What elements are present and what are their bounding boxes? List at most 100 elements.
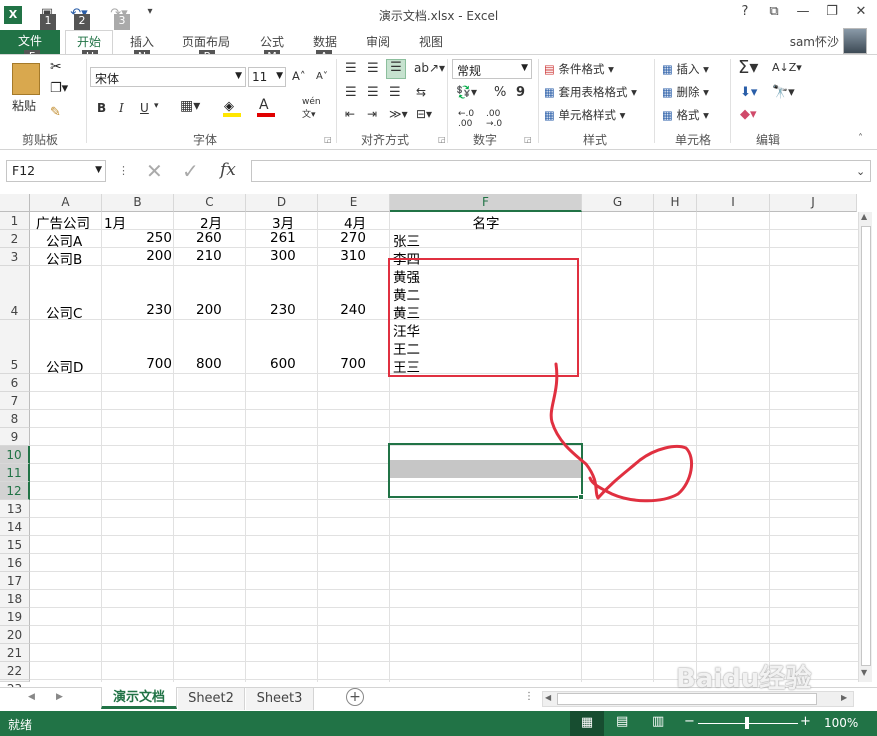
font-color-icon[interactable]: A bbox=[259, 97, 269, 113]
decrease-indent-icon[interactable]: ⇤ bbox=[345, 107, 355, 121]
cell-styles-button[interactable]: ▦ 单元格样式 ▾ bbox=[544, 107, 625, 123]
find-select-icon[interactable]: 🔭▾ bbox=[772, 85, 795, 100]
delete-cells-icon: ▦ bbox=[662, 85, 673, 99]
phonetic-icon[interactable]: wén 文▾ bbox=[302, 97, 321, 120]
vertical-scroll-thumb[interactable] bbox=[861, 226, 871, 666]
tab-formulas[interactable]: 公式 bbox=[260, 33, 284, 50]
scroll-right-icon[interactable]: ▶ bbox=[841, 693, 847, 702]
paste-button[interactable]: 粘贴 bbox=[12, 97, 36, 114]
conditional-format-icon: ▤ bbox=[544, 62, 555, 76]
number-format-select[interactable]: 常规 ▼ bbox=[452, 59, 532, 79]
number-dialog-launcher-icon[interactable]: ◲ bbox=[524, 135, 532, 144]
minimize-button[interactable]: — bbox=[792, 4, 814, 24]
zoom-in-icon[interactable]: + bbox=[800, 714, 811, 729]
format-cells-icon: ▦ bbox=[662, 108, 673, 122]
page-break-view-icon[interactable]: ▥ bbox=[652, 714, 664, 729]
user-name[interactable]: sam怀沙 bbox=[790, 33, 839, 50]
format-cells-label: 格式 bbox=[676, 108, 700, 122]
vertical-scrollbar[interactable]: ▲ ▼ bbox=[858, 212, 872, 682]
align-right-icon[interactable]: ☰ bbox=[389, 85, 401, 100]
paste-icon[interactable] bbox=[12, 63, 40, 95]
align-bottom-icon[interactable]: ☰ bbox=[386, 59, 406, 79]
formula-input[interactable] bbox=[251, 160, 871, 182]
ribbon-display-button[interactable]: ⧉ bbox=[763, 4, 785, 24]
currency-icon[interactable]: 💱▾ bbox=[456, 85, 477, 99]
insert-function-button[interactable]: fx bbox=[220, 160, 236, 180]
format-cells-button[interactable]: ▦ 格式 ▾ bbox=[662, 107, 709, 123]
increase-decimal-icon[interactable]: ←.0.00 bbox=[458, 109, 474, 129]
font-size-select[interactable]: 11 ▼ bbox=[248, 67, 286, 87]
close-button[interactable]: ✕ bbox=[850, 4, 872, 24]
align-middle-icon[interactable]: ☰ bbox=[367, 61, 379, 76]
tab-insert[interactable]: 插入 bbox=[130, 33, 154, 50]
sheet-tab-active[interactable]: 演示文档 bbox=[101, 687, 177, 709]
format-painter-icon[interactable]: ✎ bbox=[50, 105, 61, 120]
tab-data[interactable]: 数据 bbox=[313, 33, 337, 50]
sheet-tab[interactable]: Sheet3 bbox=[246, 688, 314, 710]
tab-page-layout[interactable]: 页面布局 bbox=[182, 33, 230, 50]
zoom-level[interactable]: 100% bbox=[824, 716, 858, 730]
clear-icon[interactable]: ◆▾ bbox=[740, 107, 757, 122]
tab-view[interactable]: 视图 bbox=[419, 33, 443, 50]
comma-button[interactable]: 9 bbox=[516, 85, 525, 100]
expand-formula-bar-icon[interactable]: ⌄ bbox=[856, 165, 865, 178]
decrease-font-icon[interactable]: A˅ bbox=[316, 71, 328, 82]
merge-center-icon[interactable]: ⊟▾ bbox=[416, 107, 432, 121]
more-options-icon[interactable]: ⋮ bbox=[118, 164, 129, 177]
italic-button[interactable]: I bbox=[119, 101, 124, 115]
zoom-out-icon[interactable]: − bbox=[684, 714, 695, 729]
prev-sheet-icon[interactable]: ◀ bbox=[28, 692, 35, 702]
cut-icon[interactable]: ✂ bbox=[50, 59, 62, 75]
tab-split-icon[interactable]: ⋮ bbox=[524, 691, 534, 702]
help-button[interactable]: ? bbox=[734, 4, 756, 24]
orientation-icon[interactable]: ab↗▾ bbox=[414, 61, 445, 75]
decrease-decimal-icon[interactable]: .00 →.0 bbox=[486, 109, 502, 129]
underline-button[interactable]: U bbox=[140, 101, 149, 115]
sheet-tab[interactable]: Sheet2 bbox=[178, 688, 245, 710]
scroll-up-icon[interactable]: ▲ bbox=[861, 212, 867, 221]
next-sheet-icon[interactable]: ▶ bbox=[56, 692, 63, 702]
tab-review[interactable]: 审阅 bbox=[366, 33, 390, 50]
fill-color-icon[interactable]: ◈ bbox=[224, 99, 234, 114]
name-box[interactable]: F12 ▼ bbox=[6, 160, 106, 182]
increase-indent-icon[interactable]: ⇥ bbox=[367, 107, 377, 121]
watermark: Baidu经验 bbox=[676, 664, 812, 694]
underline-dropdown-icon[interactable]: ▾ bbox=[154, 101, 159, 111]
bold-button[interactable]: B bbox=[97, 101, 106, 115]
font-name-select[interactable]: 宋体 ▼ bbox=[90, 67, 246, 87]
maximize-button[interactable]: ❐ bbox=[821, 4, 843, 24]
align-top-icon[interactable]: ☰ bbox=[345, 61, 357, 76]
format-as-table-button[interactable]: ▦ 套用表格格式 ▾ bbox=[544, 84, 637, 100]
text-direction-icon[interactable]: ≫▾ bbox=[389, 107, 408, 121]
autosum-icon[interactable]: Σ▾ bbox=[738, 57, 758, 78]
wrap-text-icon[interactable]: ⇆ bbox=[416, 85, 426, 99]
align-center-icon[interactable]: ☰ bbox=[367, 85, 379, 100]
increase-font-icon[interactable]: A˄ bbox=[292, 69, 306, 83]
sort-filter-icon[interactable]: A↓Z▾ bbox=[772, 61, 802, 74]
copy-icon[interactable]: ❐▾ bbox=[50, 81, 68, 96]
fill-icon[interactable]: ⬇▾ bbox=[740, 85, 757, 100]
avatar[interactable] bbox=[843, 28, 867, 54]
percent-button[interactable]: % bbox=[494, 85, 506, 100]
separator bbox=[86, 59, 87, 143]
conditional-format-label: 条件格式 bbox=[558, 62, 605, 76]
cancel-entry-icon[interactable]: ✕ bbox=[146, 159, 163, 183]
chevron-down-icon: ▼ bbox=[95, 165, 102, 175]
scroll-left-icon[interactable]: ◀ bbox=[545, 693, 551, 702]
delete-cells-button[interactable]: ▦ 删除 ▾ bbox=[662, 84, 709, 100]
conditional-format-button[interactable]: ▤ 条件格式 ▾ bbox=[544, 61, 614, 77]
alignment-dialog-launcher-icon[interactable]: ◲ bbox=[438, 135, 446, 144]
insert-cells-label: 插入 bbox=[676, 62, 700, 76]
new-sheet-icon[interactable]: + bbox=[346, 688, 364, 706]
borders-icon[interactable]: ▦▾ bbox=[180, 98, 200, 114]
collapse-ribbon-icon[interactable]: ˄ bbox=[858, 133, 863, 144]
page-layout-view-icon[interactable]: ▤ bbox=[616, 714, 628, 729]
zoom-slider-thumb[interactable] bbox=[745, 717, 749, 729]
normal-view-icon[interactable]: ▦ bbox=[570, 711, 604, 736]
font-dialog-launcher-icon[interactable]: ◲ bbox=[324, 135, 332, 144]
worksheet-grid[interactable]: ABCDEFGHIJ 1 2 3 4 5 6 7 8 9 10 11 12 13 14 15 16 17 18 19… bbox=[0, 192, 877, 696]
scroll-down-icon[interactable]: ▼ bbox=[861, 668, 867, 677]
align-left-icon[interactable]: ☰ bbox=[345, 85, 357, 100]
confirm-entry-icon[interactable]: ✓ bbox=[182, 159, 199, 183]
insert-cells-button[interactable]: ▦ 插入 ▾ bbox=[662, 61, 709, 77]
